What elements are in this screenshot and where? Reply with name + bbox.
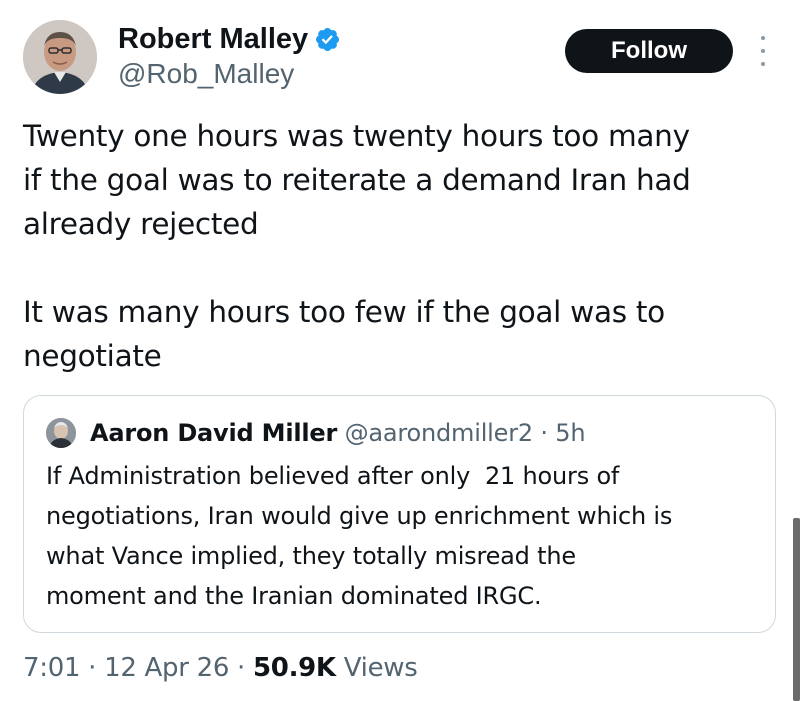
quoted-author-name[interactable]: Aaron David Miller xyxy=(90,419,337,447)
quoted-text: If Administration believed after only 21… xyxy=(46,456,766,616)
more-dot xyxy=(761,36,765,40)
verified-badge-icon xyxy=(316,27,340,51)
tweet-line: if the goal was to reiterate a demand Ir… xyxy=(23,163,691,197)
tweet-meta: 7:01 · 12 Apr 26 · 50.9K Views xyxy=(23,648,418,688)
tweet-line: Twenty one hours was twenty hours too ma… xyxy=(23,119,690,153)
quoted-header: Aaron David Miller @aarondmiller2 · 5h xyxy=(90,416,586,450)
views-label: Views xyxy=(343,653,418,683)
quoted-timestamp[interactable]: 5h xyxy=(555,419,585,447)
tweet-line: It was many hours too few if the goal wa… xyxy=(23,295,665,329)
tweet-text: Twenty one hours was twenty hours too ma… xyxy=(23,114,783,378)
separator-dot: · xyxy=(237,653,246,683)
quoted-author-avatar[interactable] xyxy=(46,418,76,448)
tweet-time[interactable]: 7:01 xyxy=(23,653,80,683)
quoted-line: moment and the Iranian dominated IRGC. xyxy=(46,582,542,610)
tweet-line: negotiate xyxy=(23,339,162,373)
tweet-card: Robert Malley @Rob_Malley Follow Twenty … xyxy=(0,0,800,701)
more-dot xyxy=(761,62,765,66)
tweet-date[interactable]: 12 Apr 26 xyxy=(104,653,229,683)
more-options-icon[interactable] xyxy=(756,36,770,66)
author-handle[interactable]: @Rob_Malley xyxy=(118,58,294,90)
quoted-line: negotiations, Iran would give up enrichm… xyxy=(46,502,673,530)
quoted-line: If Administration believed after only 21… xyxy=(46,462,620,490)
more-dot xyxy=(761,49,765,53)
views-count: 50.9K xyxy=(252,653,336,683)
author-avatar[interactable] xyxy=(23,20,97,94)
quoted-tweet[interactable]: Aaron David Miller @aarondmiller2 · 5h I… xyxy=(23,395,776,633)
tweet-line: already rejected xyxy=(23,207,259,241)
quoted-author-handle[interactable]: @aarondmiller2 xyxy=(345,419,534,447)
author-name[interactable]: Robert Malley xyxy=(118,22,341,56)
quoted-line: what Vance implied, they totally misread… xyxy=(46,542,576,570)
separator-dot: · xyxy=(540,419,548,447)
author-name-text: Robert Malley xyxy=(118,23,309,55)
follow-button[interactable]: Follow xyxy=(565,29,733,73)
scrollbar-thumb[interactable] xyxy=(793,518,800,701)
separator-dot: · xyxy=(88,653,97,683)
